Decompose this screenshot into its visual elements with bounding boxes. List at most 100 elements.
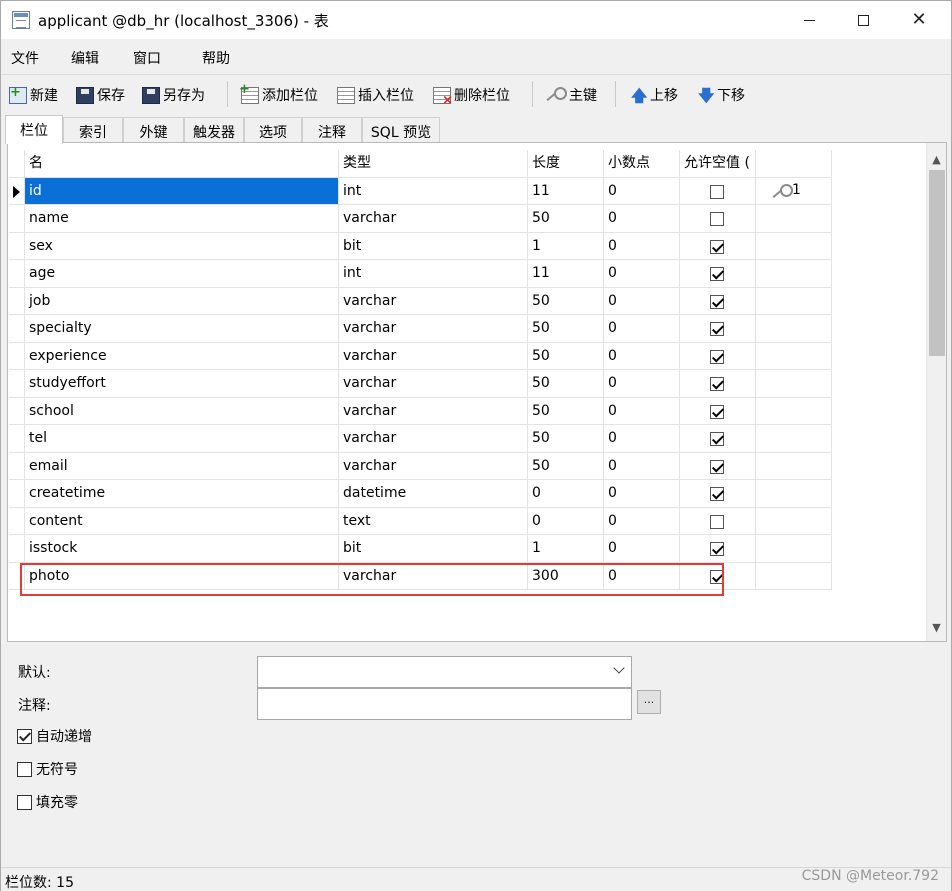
cell-key[interactable] [756, 315, 832, 343]
cell-name[interactable]: job [25, 287, 339, 315]
row-indicator[interactable] [9, 562, 25, 590]
unsigned-checkbox[interactable]: 无符号 [17, 759, 78, 779]
cell-key[interactable] [756, 507, 832, 535]
nullable-checkbox[interactable] [710, 322, 724, 336]
cell-name[interactable]: specialty [25, 315, 339, 343]
move-down-button[interactable]: 🡇 下移 [698, 84, 745, 106]
comment-ellipsis-button[interactable]: ... [637, 690, 661, 714]
cell-key[interactable] [756, 425, 832, 453]
cell-name[interactable]: createtime [25, 480, 339, 508]
maximize-button[interactable] [838, 1, 888, 39]
cell-key[interactable] [756, 287, 832, 315]
cell-length[interactable]: 300 [528, 562, 604, 590]
cell-length[interactable]: 50 [528, 425, 604, 453]
tab-columns[interactable]: 栏位 [5, 115, 63, 144]
tab-triggers[interactable]: 触发器 [184, 117, 244, 143]
cell-length[interactable]: 0 [528, 507, 604, 535]
cell-name[interactable]: age [25, 260, 339, 288]
row-indicator[interactable] [9, 315, 25, 343]
row-indicator[interactable] [9, 232, 25, 260]
header-type[interactable]: 类型 [339, 150, 528, 178]
minimize-button[interactable] [784, 1, 834, 39]
title-bar[interactable]: applicant @db_hr (localhost_3306) - 表 ✕ [1, 1, 951, 39]
cell-length[interactable]: 0 [528, 480, 604, 508]
insert-column-button[interactable]: 插入栏位 [337, 84, 414, 106]
cell-name[interactable]: sex [25, 232, 339, 260]
table-row[interactable]: specialty varchar 50 0 [9, 315, 832, 343]
row-indicator[interactable] [9, 397, 25, 425]
scroll-up-icon[interactable]: ▲ [927, 151, 946, 169]
cell-type[interactable]: varchar [339, 452, 528, 480]
cell-length[interactable]: 50 [528, 315, 604, 343]
chevron-down-icon[interactable] [613, 662, 625, 674]
header-nullable[interactable]: 允许空值 ( [680, 150, 756, 178]
cell-decimals[interactable]: 0 [604, 535, 680, 563]
menu-file[interactable]: 文件 [11, 48, 39, 68]
nullable-checkbox[interactable] [710, 459, 724, 474]
tab-indexes[interactable]: 索引 [63, 117, 123, 143]
table-row[interactable]: sex bit 1 0 [9, 232, 832, 260]
cell-decimals[interactable]: 0 [604, 205, 680, 233]
cell-name[interactable]: id [25, 177, 339, 205]
cell-decimals[interactable]: 0 [604, 260, 680, 288]
row-indicator[interactable] [9, 480, 25, 508]
cell-decimals[interactable]: 0 [604, 507, 680, 535]
checkbox-box[interactable] [17, 761, 32, 777]
cell-length[interactable]: 11 [528, 260, 604, 288]
nullable-checkbox[interactable] [710, 542, 724, 556]
cell-length[interactable]: 50 [528, 205, 604, 233]
cell-length[interactable]: 11 [528, 177, 604, 205]
cell-name[interactable]: school [25, 397, 339, 425]
cell-type[interactable]: int [339, 177, 528, 205]
table-row[interactable]: isstock bit 1 0 [9, 535, 832, 563]
delete-column-button[interactable]: 删除栏位 [433, 84, 510, 108]
cell-name[interactable]: isstock [25, 535, 339, 563]
cell-key[interactable] [756, 562, 832, 590]
cell-name[interactable]: experience [25, 342, 339, 370]
nullable-checkbox[interactable] [710, 267, 724, 281]
checkbox-box[interactable] [17, 794, 32, 810]
cell-key[interactable]: 1 [756, 177, 832, 205]
vertical-scrollbar[interactable]: ▲ ▼ [926, 143, 946, 641]
table-row[interactable]: name varchar 50 0 [9, 205, 832, 233]
save-button[interactable]: 保存 [76, 84, 125, 106]
save-as-button[interactable]: 另存为 [142, 84, 205, 106]
menu-window[interactable]: 窗口 [133, 48, 161, 68]
table-row[interactable]: content text 0 0 [9, 507, 832, 535]
cell-key[interactable] [756, 397, 832, 425]
cell-type[interactable]: datetime [339, 480, 528, 508]
cell-decimals[interactable]: 0 [604, 315, 680, 343]
cell-key[interactable] [756, 535, 832, 563]
cell-decimals[interactable]: 0 [604, 425, 680, 453]
default-combobox[interactable] [257, 656, 632, 688]
row-indicator[interactable] [9, 507, 25, 535]
cell-length[interactable]: 50 [528, 342, 604, 370]
table-row[interactable]: tel varchar 50 0 [9, 425, 832, 453]
nullable-checkbox[interactable] [710, 294, 724, 309]
nullable-checkbox[interactable] [710, 514, 724, 529]
row-indicator[interactable] [9, 260, 25, 288]
table-row[interactable]: experience varchar 50 0 [9, 342, 832, 370]
cell-type[interactable]: varchar [339, 287, 528, 315]
tab-sql-preview[interactable]: SQL 预览 [362, 117, 440, 143]
cell-key[interactable] [756, 452, 832, 480]
cell-name[interactable]: name [25, 205, 339, 233]
header-decimals[interactable]: 小数点 [604, 150, 680, 178]
scroll-down-icon[interactable]: ▼ [927, 619, 946, 637]
new-button[interactable]: 新建 [9, 84, 58, 106]
cell-key[interactable] [756, 232, 832, 260]
cell-length[interactable]: 1 [528, 232, 604, 260]
cell-key[interactable] [756, 260, 832, 288]
nullable-checkbox[interactable] [710, 487, 724, 501]
close-button[interactable]: ✕ [894, 1, 944, 39]
cell-name[interactable]: email [25, 452, 339, 480]
cell-decimals[interactable]: 0 [604, 232, 680, 260]
menu-edit[interactable]: 编辑 [71, 48, 99, 68]
cell-decimals[interactable]: 0 [604, 452, 680, 480]
cell-length[interactable]: 50 [528, 452, 604, 480]
cell-decimals[interactable]: 0 [604, 370, 680, 398]
nullable-checkbox[interactable] [710, 349, 724, 364]
table-row[interactable]: createtime datetime 0 0 [9, 480, 832, 508]
nullable-checkbox[interactable] [710, 569, 724, 584]
cell-name[interactable]: photo [25, 562, 339, 590]
